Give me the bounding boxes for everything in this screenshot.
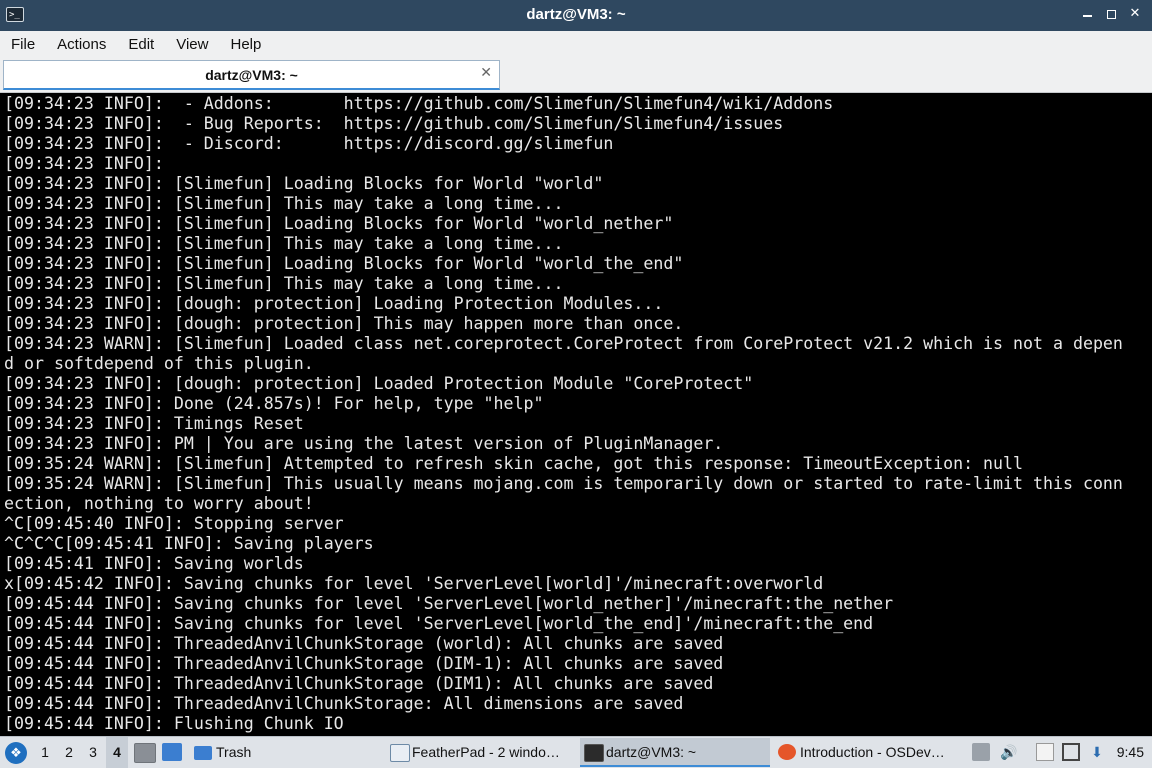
window-titlebar[interactable]: >_ dartz@VM3: ~ ✕ <box>0 0 1152 31</box>
terminal-line: ection, nothing to worry about! <box>4 494 314 513</box>
tab-terminal[interactable]: dartz@VM3: ~ ✕ <box>3 60 500 90</box>
window-title: dartz@VM3: ~ <box>526 6 626 23</box>
notes-icon[interactable] <box>1036 743 1054 761</box>
terminal-line: [09:34:23 INFO]: [Slimefun] This may tak… <box>4 194 564 213</box>
terminal-line: [09:35:24 WARN]: [Slimefun] This usually… <box>4 474 1123 493</box>
terminal-line: [09:34:23 INFO]: Done (24.857s)! For hel… <box>4 394 544 413</box>
terminal-line: [09:34:23 INFO]: - Discord: https://disc… <box>4 134 614 153</box>
show-desktop-icon[interactable] <box>162 743 182 761</box>
terminal-line: [09:34:23 INFO]: [dough: protection] Thi… <box>4 314 684 333</box>
tab-title: dartz@VM3: ~ <box>205 67 298 83</box>
terminal-line: [09:34:23 INFO]: [dough: protection] Loa… <box>4 294 664 313</box>
workspace-4[interactable]: 4 <box>106 737 128 768</box>
terminal-line: [09:34:23 INFO]: [dough: protection] Loa… <box>4 374 754 393</box>
task-label: FeatherPad - 2 windo… <box>412 744 560 760</box>
terminal-line: [09:45:44 INFO]: ThreadedAnvilChunkStora… <box>4 654 724 673</box>
terminal-line: [09:34:23 INFO]: [Slimefun] Loading Bloc… <box>4 174 604 193</box>
clipboard-icon[interactable] <box>972 743 990 761</box>
terminal-line: [09:45:44 INFO]: ThreadedAnvilChunkStora… <box>4 694 684 713</box>
terminal-line: [09:45:44 INFO]: ThreadedAnvilChunkStora… <box>4 674 714 693</box>
terminal-line: [09:45:44 INFO]: Saving chunks for level… <box>4 594 894 613</box>
terminal-line: ^C^C^C[09:45:41 INFO]: Saving players <box>4 534 374 553</box>
terminal-line: [09:45:44 INFO]: Flushing Chunk IO <box>4 714 344 733</box>
terminal-line: [09:34:23 INFO]: Timings Reset <box>4 414 304 433</box>
tab-bar: dartz@VM3: ~ ✕ <box>0 58 1152 93</box>
menu-actions[interactable]: Actions <box>46 36 117 53</box>
close-window-button[interactable]: ✕ <box>1128 5 1142 23</box>
firefox-icon <box>778 744 796 760</box>
terminal-line: [09:45:41 INFO]: Saving worlds <box>4 554 304 573</box>
taskbar: ❖ 1 2 3 4 Trash FeatherPad - 2 windo… da… <box>0 736 1152 768</box>
maximize-button[interactable] <box>1104 5 1118 23</box>
minimize-icon <box>1082 15 1092 17</box>
terminal-line: [09:45:44 INFO]: Saving chunks for level… <box>4 614 874 633</box>
terminal-line: [09:34:23 INFO]: [Slimefun] Loading Bloc… <box>4 214 674 233</box>
terminal-line: x[09:45:42 INFO]: Saving chunks for leve… <box>4 574 824 593</box>
folder-icon <box>194 746 212 761</box>
menu-edit[interactable]: Edit <box>117 36 165 53</box>
terminal-output[interactable]: [09:34:23 INFO]: - Addons: https://githu… <box>0 93 1152 736</box>
terminal-line: [09:34:23 INFO]: - Addons: https://githu… <box>4 94 834 113</box>
menu-view[interactable]: View <box>165 36 219 53</box>
trash-shortcut[interactable]: Trash <box>194 737 264 768</box>
maximize-icon <box>1106 10 1116 19</box>
workspace-2[interactable]: 2 <box>58 737 80 768</box>
terminal-icon <box>584 744 604 762</box>
terminal-line: [09:34:23 INFO]: [Slimefun] This may tak… <box>4 234 564 253</box>
menu-file[interactable]: File <box>0 36 46 53</box>
terminal-line: [09:35:24 WARN]: [Slimefun] Attempted to… <box>4 454 1024 473</box>
trash-label: Trash <box>216 744 252 760</box>
minimize-button[interactable] <box>1080 5 1094 23</box>
close-icon: ✕ <box>1129 6 1141 21</box>
terminal-line: [09:45:44 INFO]: ThreadedAnvilChunkStora… <box>4 634 724 653</box>
menu-bar: File Actions Edit View Help <box>0 31 1152 58</box>
terminal-line: d or softdepend of this plugin. <box>4 354 314 373</box>
task-label: dartz@VM3: ~ <box>606 744 697 760</box>
volume-icon[interactable]: 🔊 <box>1000 743 1018 761</box>
terminal-line: [09:34:23 INFO]: [Slimefun] This may tak… <box>4 274 564 293</box>
file-manager-icon[interactable] <box>134 743 156 763</box>
task-terminal[interactable]: dartz@VM3: ~ <box>580 738 770 767</box>
network-icon[interactable] <box>1062 743 1080 761</box>
start-menu-icon[interactable]: ❖ <box>5 742 27 764</box>
featherpad-icon <box>390 744 410 762</box>
task-label: Introduction - OSDev… <box>800 744 945 760</box>
update-icon[interactable]: ⬇ <box>1088 743 1106 761</box>
terminal-line: [09:34:23 INFO]: [Slimefun] Loading Bloc… <box>4 254 684 273</box>
terminal-line: [09:34:23 INFO]: <box>4 154 164 173</box>
workspace-1[interactable]: 1 <box>34 737 56 768</box>
terminal-line: [09:34:23 INFO]: PM | You are using the … <box>4 434 724 453</box>
menu-help[interactable]: Help <box>219 36 272 53</box>
clock[interactable]: 9:45 <box>1117 737 1144 768</box>
terminal-line: ^C[09:45:40 INFO]: Stopping server <box>4 514 344 533</box>
workspace-3[interactable]: 3 <box>82 737 104 768</box>
tab-close-icon[interactable]: ✕ <box>480 65 492 81</box>
task-firefox[interactable]: Introduction - OSDev… <box>774 738 990 767</box>
terminal-line: [09:34:23 WARN]: [Slimefun] Loaded class… <box>4 334 1123 353</box>
terminal-line: [09:34:23 INFO]: - Bug Reports: https://… <box>4 114 784 133</box>
task-featherpad[interactable]: FeatherPad - 2 windo… <box>386 738 602 767</box>
